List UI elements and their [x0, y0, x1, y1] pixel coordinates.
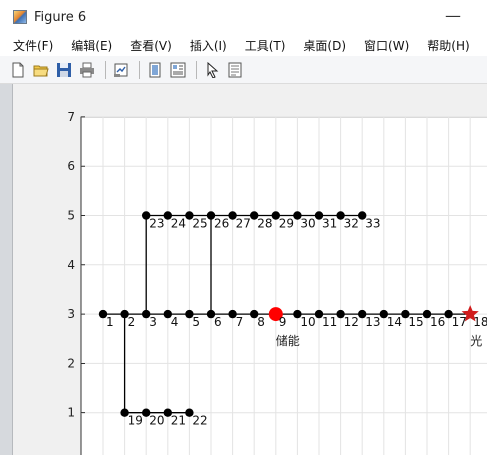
node-label: 31 [322, 217, 337, 231]
node-label: 14 [387, 315, 402, 329]
node-label: 24 [171, 217, 186, 231]
node-label: 30 [300, 217, 315, 231]
y-tick-label: 6 [67, 159, 75, 173]
node-label: 32 [344, 217, 359, 231]
node-label: 16 [430, 315, 445, 329]
node-label: 6 [214, 315, 222, 329]
node-label: 5 [192, 315, 200, 329]
node-label: 8 [257, 315, 265, 329]
y-tick-label: 5 [67, 209, 75, 223]
node-annotation: 储能 [276, 333, 300, 348]
y-tick-label: 2 [67, 356, 75, 370]
node-label: 17 [452, 315, 467, 329]
y-tick-label: 3 [67, 307, 75, 321]
node-label: 33 [365, 217, 380, 231]
node-label: 12 [344, 315, 359, 329]
node-label: 28 [257, 217, 272, 231]
y-tick-label: 4 [67, 258, 75, 272]
y-tick-label: 7 [67, 110, 75, 124]
node-label: 3 [149, 315, 157, 329]
node-label: 18 [473, 315, 487, 329]
node-label: 13 [365, 315, 380, 329]
node-annotation: 光 [470, 334, 482, 348]
node-label: 11 [322, 315, 337, 329]
node-label: 26 [214, 217, 229, 231]
node-label: 19 [128, 414, 143, 428]
plot-canvas[interactable]: 1234567 1 2 3 4 5 6 7 8 9 10 11 12 13 14 15 16 17 1819 20 2… [0, 0, 487, 455]
node-label: 4 [171, 315, 179, 329]
node-label: 2 [128, 315, 136, 329]
node-label: 1 [106, 315, 114, 329]
node-label: 25 [192, 217, 207, 231]
node-label: 23 [149, 217, 164, 231]
node-label: 10 [300, 315, 315, 329]
node-label: 7 [236, 315, 244, 329]
node-label: 29 [279, 217, 294, 231]
node-label: 27 [236, 217, 251, 231]
node-label: 15 [408, 315, 423, 329]
node-label: 9 [279, 315, 287, 329]
figure-window: Figure 6 — 文件(F) 编辑(E) 查看(V) 插入(I) 工具(T)… [0, 0, 487, 455]
node-label: 21 [171, 414, 186, 428]
node-label: 20 [149, 414, 164, 428]
y-tick-label: 1 [67, 406, 75, 420]
node-label: 22 [192, 414, 207, 428]
axes-box[interactable] [80, 116, 487, 455]
